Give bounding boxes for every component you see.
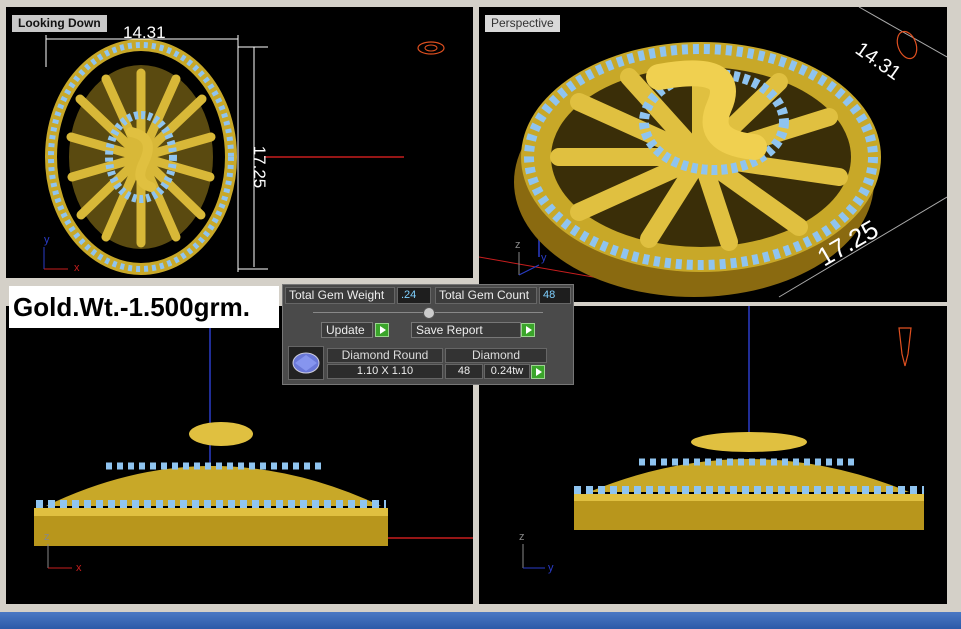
- axis-label-z: z: [515, 239, 521, 251]
- update-play-icon[interactable]: [375, 323, 389, 337]
- dimension-height: 17.25: [250, 146, 269, 189]
- ring-side-view: [574, 432, 924, 530]
- total-gem-weight-value: .24: [397, 287, 431, 304]
- gem-count: 48: [445, 364, 483, 379]
- viewport-title[interactable]: Looking Down: [12, 15, 107, 32]
- gold-weight-label: Gold.Wt.-1.500grm.: [9, 286, 279, 328]
- axis-label-z-right: z: [519, 531, 525, 543]
- view-cube-icon-persp: [896, 30, 918, 60]
- taskbar: [0, 612, 961, 629]
- view-cube-icon-side: [898, 327, 912, 367]
- axis-label-x-front: x: [76, 562, 82, 574]
- axis-label-y-right: y: [548, 562, 554, 574]
- save-report-button[interactable]: Save Report: [411, 322, 521, 338]
- axis-label-y: y: [44, 234, 50, 246]
- gem-weight: 0.24tw: [484, 364, 530, 379]
- dimension-width: 14.31: [123, 23, 166, 42]
- axis-label-z-front: z: [44, 531, 50, 543]
- save-report-play-icon[interactable]: [521, 323, 535, 337]
- viewport-top[interactable]: 14.31 17.25 y x Looking Down: [6, 7, 473, 278]
- dimension-persp-a: 14.31: [851, 38, 905, 85]
- ring-top-view: [45, 39, 237, 275]
- viewport-title[interactable]: Perspective: [485, 15, 560, 32]
- total-gem-weight-label: Total Gem Weight: [285, 287, 395, 304]
- axis-label-y-persp: y: [541, 252, 547, 264]
- gem-details-play-icon[interactable]: [531, 365, 545, 379]
- diamond-thumbnail-icon: [288, 346, 324, 380]
- axis-label-x: x: [74, 262, 80, 274]
- perspective-canvas: 17.25 14.31 z y: [479, 7, 947, 298]
- axis-indicator: [43, 247, 68, 270]
- collapse-toggle-icon[interactable]: [423, 307, 435, 319]
- gem-type-header: Diamond: [445, 348, 547, 363]
- axis-indicator-front: [47, 544, 72, 569]
- total-gem-count-label: Total Gem Count: [435, 287, 537, 304]
- gem-report-panel: Total Gem Weight .24 Total Gem Count 48 …: [282, 284, 574, 385]
- axis-indicator-right: [522, 544, 545, 569]
- gem-row: Diamond Round Diamond 1.10 X 1.10 48 0.2…: [285, 343, 573, 383]
- gem-size: 1.10 X 1.10: [327, 364, 443, 379]
- top-view-canvas: 14.31 17.25 y x: [43, 23, 445, 275]
- ring-front-view: [34, 422, 388, 546]
- viewport-perspective[interactable]: 17.25 14.31 z y Perspective: [479, 7, 947, 302]
- axis-indicator-persp: [518, 252, 540, 276]
- view-cube-icon: [417, 41, 445, 55]
- update-button[interactable]: Update: [321, 322, 373, 338]
- total-gem-count-value: 48: [539, 287, 571, 304]
- gem-shape-header: Diamond Round: [327, 348, 443, 363]
